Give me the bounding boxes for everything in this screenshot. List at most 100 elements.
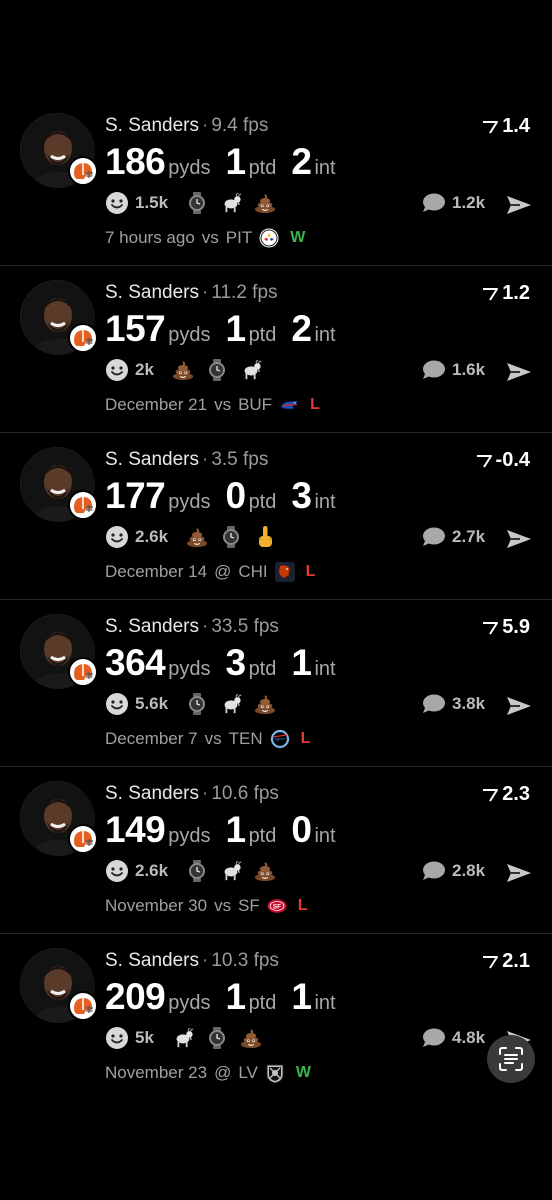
player-avatar[interactable] <box>20 113 98 188</box>
player-name[interactable]: S. Sanders <box>105 449 199 470</box>
vote-score[interactable]: 5.9 <box>482 616 530 639</box>
share-button[interactable] <box>506 695 532 722</box>
share-button[interactable] <box>506 194 532 221</box>
post-header: S. Sanders · 9.4 fps <box>105 115 269 136</box>
smiley-react-icon[interactable] <box>105 1026 129 1050</box>
reaction-bar[interactable]: 2.6k <box>105 525 276 549</box>
reaction-bar[interactable]: 2k <box>105 358 262 382</box>
comment-bubble-icon <box>423 527 445 546</box>
live-text-scan-button[interactable] <box>487 1035 535 1083</box>
comment-button[interactable]: 4.8k <box>422 1028 485 1048</box>
comment-count: 4.8k <box>452 1028 486 1047</box>
clock-icon[interactable] <box>186 860 208 882</box>
poop-emoji-icon[interactable] <box>254 192 276 214</box>
browns-helmet-badge <box>68 824 98 854</box>
player-name[interactable]: S. Sanders <box>105 783 199 804</box>
passing-td-unit: ptd <box>248 992 277 1014</box>
vote-score[interactable]: 1.2 <box>482 282 530 305</box>
vote-arrow-icon <box>476 454 492 468</box>
reaction-count: 2.6k <box>135 861 169 880</box>
game-result: L <box>310 396 320 413</box>
share-button[interactable] <box>506 361 532 388</box>
game-post-card-1[interactable]: S. Sanders · 9.4 fps 1.4 186 pyds 1 ptd 2 int… <box>0 99 552 266</box>
clock-icon[interactable] <box>206 359 228 381</box>
game-meta: November 30 vs SF SF L <box>105 896 308 916</box>
steelers-logo <box>259 228 279 248</box>
clock-icon[interactable] <box>206 1027 228 1049</box>
poop-emoji-icon[interactable] <box>240 1027 262 1049</box>
reaction-bar[interactable]: 5.6k <box>105 692 276 716</box>
game-post-card-6[interactable]: S. Sanders · 10.3 fps 2.1 209 pyds 1 ptd 1 in… <box>0 934 552 1101</box>
post-time: December 7 <box>105 729 198 748</box>
comment-button[interactable]: 2.8k <box>422 861 485 881</box>
comment-button[interactable]: 1.6k <box>422 360 485 380</box>
goat-emoji-icon[interactable] <box>240 359 262 381</box>
reaction-bar[interactable]: 1.5k <box>105 191 276 215</box>
player-avatar[interactable] <box>20 948 98 1023</box>
poop-emoji-icon[interactable] <box>254 693 276 715</box>
post-feed: S. Sanders · 9.4 fps 1.4 186 pyds 1 ptd 2 int… <box>0 99 552 1101</box>
middle-finger-emoji-icon[interactable] <box>254 526 276 548</box>
vote-arrow-icon <box>483 120 499 134</box>
reaction-count: 5.6k <box>135 694 169 713</box>
comment-button[interactable]: 2.7k <box>422 527 485 547</box>
vote-arrow-icon <box>483 287 499 301</box>
reaction-bar[interactable]: 5k <box>105 1026 262 1050</box>
player-avatar[interactable] <box>20 614 98 689</box>
clock-icon[interactable] <box>186 693 208 715</box>
game-meta: December 7 vs TEN L <box>105 729 310 749</box>
interceptions-value: 1 <box>291 976 312 1017</box>
titans-logo <box>270 729 290 749</box>
fantasy-points: 11.2 fps <box>211 282 278 303</box>
player-name[interactable]: S. Sanders <box>105 282 199 303</box>
player-name[interactable]: S. Sanders <box>105 616 199 637</box>
passing-yards-unit: pyds <box>168 658 211 680</box>
smiley-react-icon[interactable] <box>105 859 129 883</box>
game-post-card-2[interactable]: S. Sanders · 11.2 fps 1.2 157 pyds 1 ptd 2 in… <box>0 266 552 433</box>
share-button[interactable] <box>506 528 532 555</box>
player-avatar[interactable] <box>20 781 98 856</box>
comment-count: 1.6k <box>452 360 486 379</box>
passing-yards-value: 209 <box>105 976 166 1017</box>
player-name[interactable]: S. Sanders <box>105 115 199 136</box>
smiley-react-icon[interactable] <box>105 358 129 382</box>
game-post-card-4[interactable]: S. Sanders · 33.5 fps 5.9 364 pyds 3 ptd 1 in… <box>0 600 552 767</box>
game-post-card-3[interactable]: S. Sanders · 3.5 fps -0.4 177 pyds 0 ptd 3 in… <box>0 433 552 600</box>
reaction-bar[interactable]: 2.6k <box>105 859 276 883</box>
poop-emoji-icon[interactable] <box>186 526 208 548</box>
comment-count: 2.8k <box>452 861 486 880</box>
smiley-react-icon[interactable] <box>105 525 129 549</box>
vote-score[interactable]: -0.4 <box>476 449 530 472</box>
passing-td-unit: ptd <box>248 324 277 346</box>
goat-emoji-icon[interactable] <box>172 1027 194 1049</box>
passing-yards-unit: pyds <box>168 992 211 1014</box>
poop-emoji-icon[interactable] <box>172 359 194 381</box>
vote-score[interactable]: 1.4 <box>482 115 530 138</box>
reaction-count: 2k <box>135 360 154 379</box>
goat-emoji-icon[interactable] <box>220 693 242 715</box>
smiley-react-icon[interactable] <box>105 191 129 215</box>
clock-icon[interactable] <box>186 192 208 214</box>
player-name[interactable]: S. Sanders <box>105 950 199 971</box>
player-avatar[interactable] <box>20 447 98 522</box>
passing-td-unit: ptd <box>248 825 277 847</box>
comment-count: 1.2k <box>452 193 486 212</box>
fantasy-points: 9.4 fps <box>211 115 269 136</box>
fantasy-points: 10.6 fps <box>211 783 279 804</box>
vote-score[interactable]: 2.3 <box>482 783 530 806</box>
player-avatar[interactable] <box>20 280 98 355</box>
vote-score-value: 1.2 <box>502 282 530 304</box>
comment-button[interactable]: 3.8k <box>422 694 485 714</box>
share-button[interactable] <box>506 862 532 889</box>
smiley-react-icon[interactable] <box>105 692 129 716</box>
interceptions-unit: int <box>314 825 336 847</box>
post-header: S. Sanders · 33.5 fps <box>105 616 279 637</box>
poop-emoji-icon[interactable] <box>254 860 276 882</box>
comment-button[interactable]: 1.2k <box>422 193 485 213</box>
vote-score[interactable]: 2.1 <box>482 950 530 973</box>
goat-emoji-icon[interactable] <box>220 860 242 882</box>
clock-icon[interactable] <box>220 526 242 548</box>
post-time: 7 hours ago <box>105 228 195 247</box>
goat-emoji-icon[interactable] <box>220 192 242 214</box>
game-post-card-5[interactable]: S. Sanders · 10.6 fps 2.3 149 pyds 1 ptd 0 in… <box>0 767 552 934</box>
